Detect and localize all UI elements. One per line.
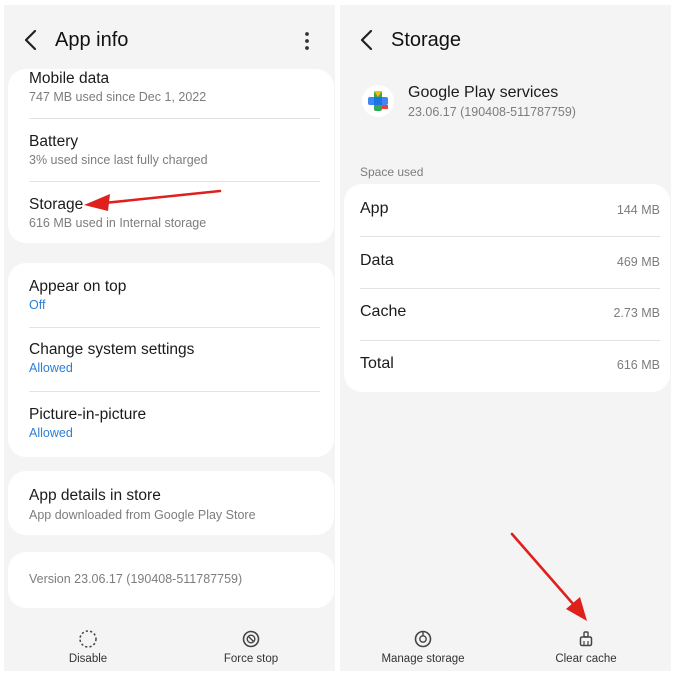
app-details-card[interactable]: App details in store App downloaded from… bbox=[8, 471, 334, 535]
picture-in-picture-title: Picture-in-picture bbox=[29, 406, 147, 423]
change-system-settings-title: Change system settings bbox=[29, 341, 195, 358]
more-vertical-icon[interactable] bbox=[296, 29, 318, 53]
storage-total-row: Total 616 MB bbox=[344, 341, 670, 392]
storage-app-value: 144 MB bbox=[616, 203, 660, 217]
version-card: Version 23.06.17 (190408-511787759) bbox=[8, 552, 334, 608]
storage-screen: Storage Google Play services 23.06.17 (1… bbox=[340, 5, 671, 671]
force-stop-label: Force stop bbox=[223, 653, 279, 665]
back-arrow-icon[interactable] bbox=[356, 27, 378, 53]
storage-app-row: App 144 MB bbox=[344, 184, 670, 236]
storage-cache-row: Cache 2.73 MB bbox=[344, 289, 670, 340]
mobile-data-subtitle: 747 MB used since Dec 1, 2022 bbox=[29, 90, 207, 104]
usage-card: Mobile data 747 MB used since Dec 1, 202… bbox=[8, 69, 334, 243]
storage-cache-value: 2.73 MB bbox=[613, 306, 660, 320]
clear-cache-button[interactable]: Clear cache bbox=[526, 625, 646, 671]
storage-chart-icon bbox=[414, 630, 432, 648]
manage-storage-button[interactable]: Manage storage bbox=[363, 625, 483, 671]
storage-header: Storage bbox=[340, 5, 671, 77]
storage-total-label: Total bbox=[360, 355, 394, 372]
picture-in-picture-row[interactable]: Picture-in-picture Allowed bbox=[8, 392, 334, 457]
google-play-services-icon bbox=[362, 85, 394, 117]
storage-cache-label: Cache bbox=[360, 303, 407, 320]
page-title: App info bbox=[55, 29, 129, 51]
mobile-data-row[interactable]: Mobile data 747 MB used since Dec 1, 202… bbox=[8, 69, 334, 118]
battery-subtitle: 3% used since last fully charged bbox=[29, 153, 208, 167]
change-system-settings-status: Allowed bbox=[29, 361, 73, 375]
app-info-header: App info bbox=[4, 5, 335, 77]
manage-storage-label: Manage storage bbox=[381, 653, 465, 665]
app-version: 23.06.17 (190408-511787759) bbox=[408, 105, 576, 119]
force-stop-button[interactable]: Force stop bbox=[191, 625, 311, 671]
picture-in-picture-status: Allowed bbox=[29, 426, 73, 440]
force-stop-icon bbox=[242, 630, 260, 648]
storage-total-value: 616 MB bbox=[616, 358, 660, 372]
version-text: Version 23.06.17 (190408-511787759) bbox=[29, 572, 243, 586]
disable-label: Disable bbox=[68, 653, 108, 665]
clear-cache-label: Clear cache bbox=[555, 653, 617, 665]
app-details-subtitle: App downloaded from Google Play Store bbox=[29, 508, 256, 522]
storage-row[interactable]: Storage 616 MB used in Internal storage bbox=[8, 182, 334, 243]
appear-on-top-title: Appear on top bbox=[29, 278, 127, 295]
storage-data-label: Data bbox=[360, 252, 394, 269]
disable-icon bbox=[79, 630, 97, 648]
page-title: Storage bbox=[391, 29, 462, 51]
storage-breakdown-card: App 144 MB Data 469 MB Cache 2.73 MB Tot… bbox=[344, 184, 670, 392]
app-details-title: App details in store bbox=[29, 487, 161, 504]
broom-icon bbox=[579, 631, 593, 647]
app-info-screen: App info Mobile data 747 MB used since D… bbox=[4, 5, 335, 671]
storage-subtitle: 616 MB used in Internal storage bbox=[29, 216, 207, 230]
storage-data-value: 469 MB bbox=[616, 255, 660, 269]
back-arrow-icon[interactable] bbox=[20, 27, 42, 53]
permissions-card: Appear on top Off Change system settings… bbox=[8, 263, 334, 457]
mobile-data-title: Mobile data bbox=[29, 70, 110, 87]
app-name: Google Play services bbox=[408, 84, 559, 101]
space-used-label: Space used bbox=[360, 165, 424, 179]
battery-title: Battery bbox=[29, 133, 79, 150]
storage-title: Storage bbox=[29, 196, 84, 213]
appear-on-top-row[interactable]: Appear on top Off bbox=[8, 263, 334, 327]
disable-button[interactable]: Disable bbox=[28, 625, 148, 671]
storage-app-label: App bbox=[360, 200, 389, 217]
appear-on-top-status: Off bbox=[29, 298, 46, 312]
battery-row[interactable]: Battery 3% used since last fully charged bbox=[8, 119, 334, 181]
storage-data-row: Data 469 MB bbox=[344, 237, 670, 288]
change-system-settings-row[interactable]: Change system settings Allowed bbox=[8, 328, 334, 391]
